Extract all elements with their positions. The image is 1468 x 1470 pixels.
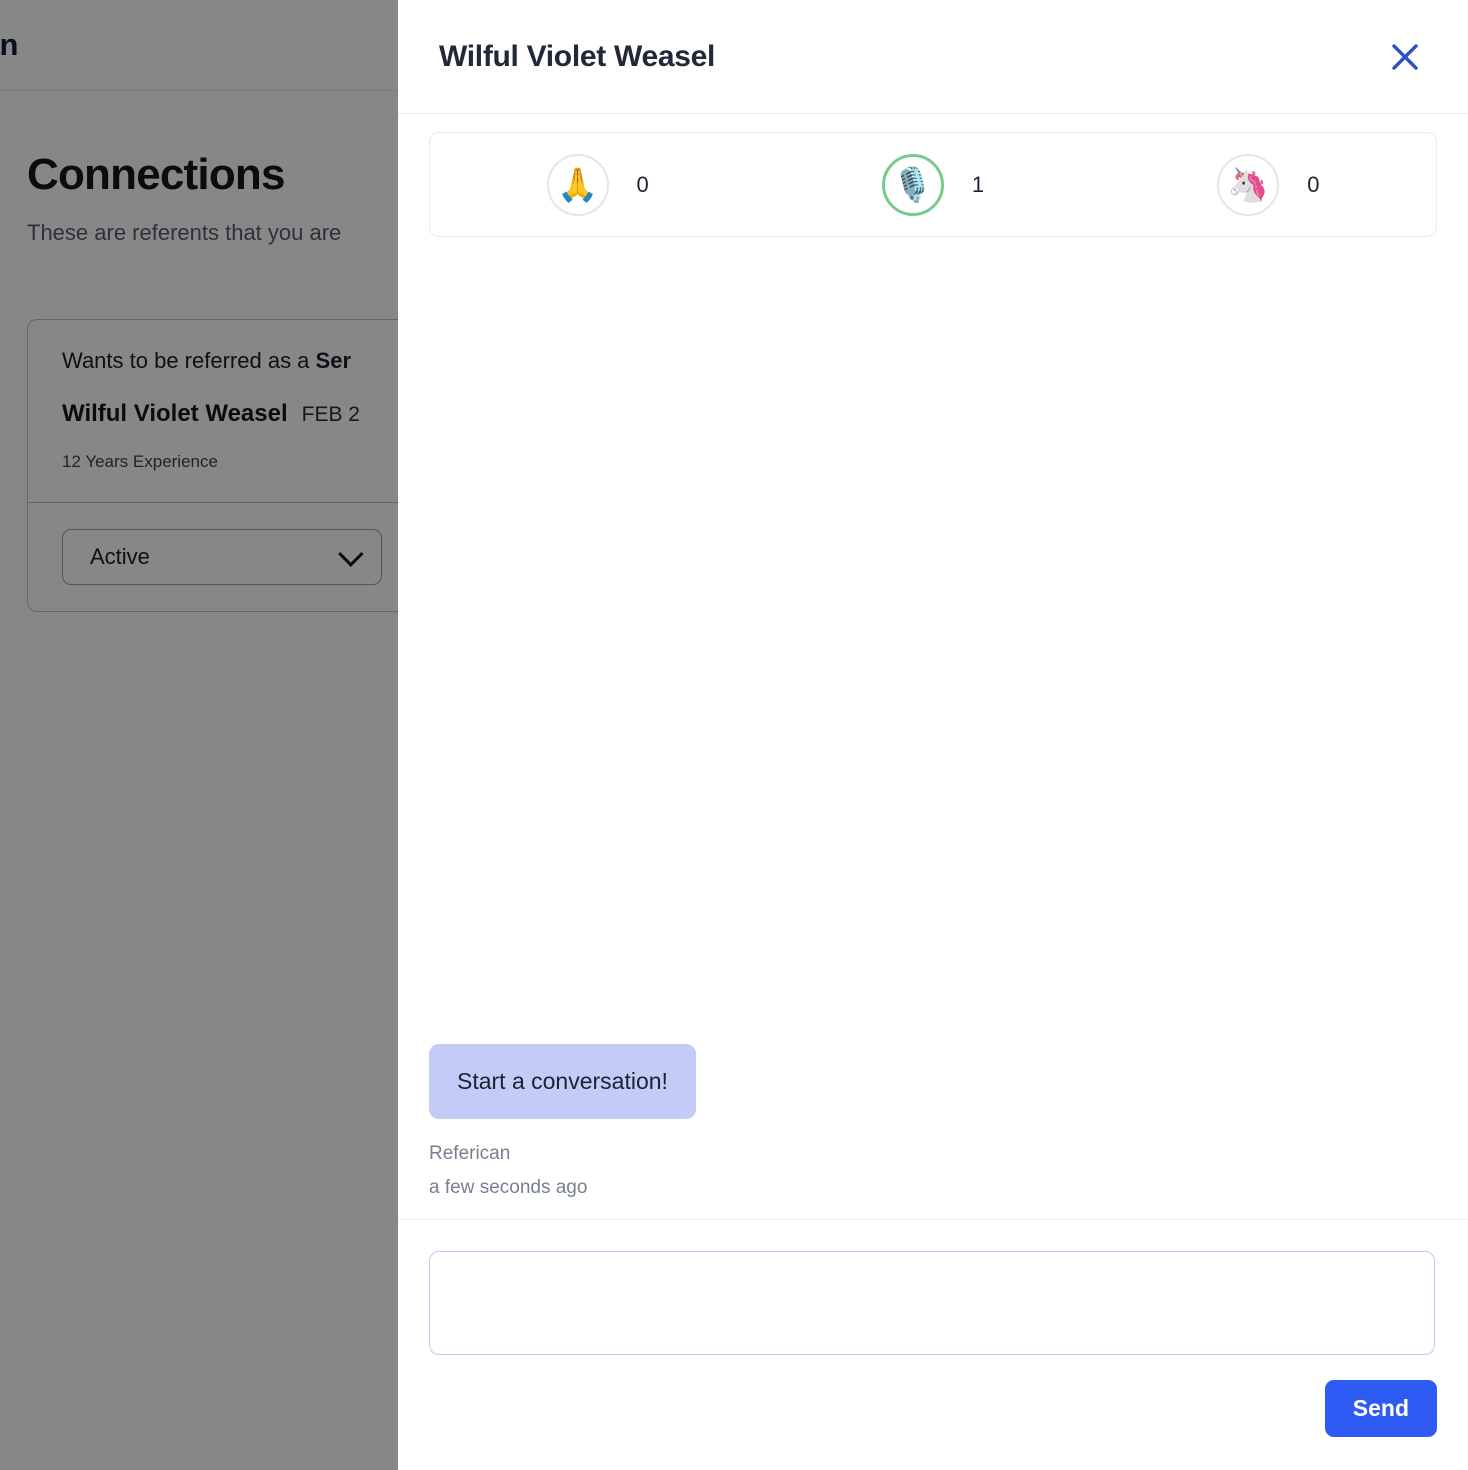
studio-microphone-emoji: 🎙️	[881, 153, 944, 216]
send-button[interactable]: Send	[1324, 1380, 1437, 1437]
drawer-header: Wilful Violet Weasel	[398, 0, 1468, 114]
reactions-bar: 🙏 0 🎙️ 1 🦄 0	[429, 132, 1437, 237]
reaction-count-unicorn: 0	[1307, 171, 1320, 197]
reaction-count-folded-hands: 0	[636, 171, 649, 197]
chat-drawer: Wilful Violet Weasel 🙏 0 🎙️ 1 🦄 0 Start …	[398, 0, 1468, 1470]
message-timestamp: a few seconds ago	[429, 1176, 588, 1198]
reactions-section: 🙏 0 🎙️ 1 🦄 0	[398, 114, 1468, 237]
message-author: Referican	[429, 1142, 511, 1164]
reaction-folded-hands[interactable]: 🙏 0	[430, 153, 765, 216]
unicorn-emoji: 🦄	[1217, 153, 1280, 216]
drawer-title: Wilful Violet Weasel	[439, 39, 716, 73]
message-composer: Send	[398, 1219, 1468, 1470]
reaction-unicorn[interactable]: 🦄 0	[1101, 153, 1436, 216]
reaction-count-microphone: 1	[971, 171, 985, 197]
close-button[interactable]	[1382, 34, 1428, 80]
message-meta: Referican a few seconds ago	[429, 1137, 587, 1205]
message-item: Start a conversation! Referican a few se…	[429, 1043, 1437, 1205]
message-input[interactable]	[429, 1251, 1435, 1355]
folded-hands-emoji: 🙏	[546, 153, 609, 216]
reaction-microphone[interactable]: 🎙️ 1	[765, 153, 1100, 216]
message-bubble: Start a conversation!	[429, 1043, 696, 1119]
close-icon	[1392, 43, 1418, 70]
message-list: Start a conversation! Referican a few se…	[398, 237, 1468, 1219]
app-root: can Connections These are referents that…	[0, 0, 1468, 1470]
composer-actions: Send	[429, 1380, 1437, 1437]
